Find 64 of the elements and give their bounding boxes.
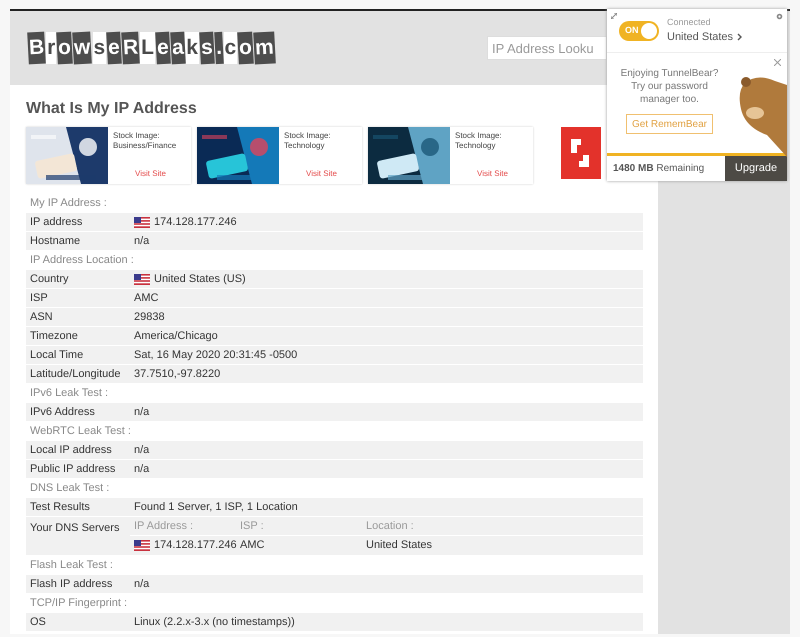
column-header: Location : bbox=[365, 518, 415, 534]
us-flag-icon bbox=[134, 274, 150, 284]
row-label: Country bbox=[29, 272, 70, 287]
us-flag-icon bbox=[134, 216, 150, 228]
section-title: My IP Address : bbox=[29, 196, 107, 212]
section-title: IP Address Location : bbox=[29, 253, 134, 268]
row-label: Timezone bbox=[29, 328, 79, 344]
row-label: Latitude/Longitude bbox=[29, 366, 122, 382]
row-value: 174.128.177.246 bbox=[154, 214, 237, 230]
visit-site-link[interactable]: Visit Site bbox=[113, 168, 183, 180]
row-label: Hostname bbox=[29, 234, 82, 249]
page-title: What Is My IP Address bbox=[26, 99, 198, 119]
ad-title: Stock Image: Technology bbox=[284, 131, 332, 151]
row-label: IPv6 Address bbox=[29, 404, 96, 420]
row-value: AMC bbox=[134, 290, 158, 306]
row-value: n/a bbox=[134, 442, 150, 458]
row-label: IP address bbox=[29, 214, 84, 230]
section-title: IPv6 Leak Test : bbox=[29, 386, 108, 402]
data-remaining: 1480 MB Remaining bbox=[613, 162, 704, 176]
row-value: 29838 bbox=[134, 310, 165, 325]
settings-icon[interactable] bbox=[776, 13, 783, 20]
location-selector[interactable]: United States bbox=[667, 29, 742, 46]
row-value: Found 1 Server, 1 ISP, 1 Location bbox=[134, 500, 298, 515]
row-label: Public IP address bbox=[29, 462, 116, 477]
row-value: United States (US) bbox=[154, 272, 246, 287]
promo-text: Enjoying TunnelBear? Try our password manager too. bbox=[620, 67, 720, 106]
ip-lookup-field[interactable]: IP Address Looku bbox=[487, 36, 607, 60]
server-location: United States bbox=[365, 538, 434, 554]
ad-title: Stock Image: Technology bbox=[455, 131, 503, 151]
expand-icon[interactable] bbox=[611, 13, 617, 19]
row-label: ASN bbox=[29, 310, 54, 325]
column-header: ISP : bbox=[239, 518, 265, 534]
row-value: n/a bbox=[134, 576, 150, 592]
ad-title: Stock Image: Business/Finance bbox=[113, 131, 178, 151]
section-title: DNS Leak Test : bbox=[29, 481, 110, 496]
row-label: ISP bbox=[29, 290, 49, 306]
row-value: n/a bbox=[134, 234, 150, 249]
upgrade-button[interactable]: Upgrade bbox=[725, 156, 787, 181]
close-icon[interactable] bbox=[774, 59, 781, 66]
get-remembear-button[interactable]: Get RememBear bbox=[626, 114, 714, 134]
visit-site-link[interactable]: Visit Site bbox=[455, 168, 525, 180]
section-title: WebRTC Leak Test : bbox=[29, 424, 131, 440]
chevron-right-icon bbox=[737, 33, 742, 42]
row-label: Flash IP address bbox=[29, 576, 114, 592]
row-value: Sat, 16 May 2020 20:31:45 -0500 bbox=[134, 348, 298, 363]
connection-status: Connected bbox=[667, 16, 712, 28]
site-logo[interactable]: BrowseRLeaks.com bbox=[28, 32, 275, 64]
row-value: Linux (2.2.x-3.x (no timestamps)) bbox=[134, 614, 295, 630]
section-title: Flash Leak Test : bbox=[29, 558, 113, 574]
section-title: TCP/IP Fingerprint : bbox=[29, 596, 127, 612]
row-label: Local IP address bbox=[29, 442, 113, 458]
visit-site-link[interactable]: Visit Site bbox=[284, 168, 354, 180]
row-label: Local Time bbox=[29, 348, 84, 363]
row-value: America/Chicago bbox=[134, 328, 218, 344]
row-value: 37.7510,-97.8220 bbox=[134, 366, 220, 382]
row-label: OS bbox=[29, 614, 47, 630]
server-ip: 174.128.177.246 bbox=[154, 538, 237, 554]
server-isp: AMC bbox=[239, 538, 266, 554]
row-value: n/a bbox=[134, 462, 150, 477]
row-value: n/a bbox=[134, 404, 150, 420]
us-flag-icon bbox=[134, 540, 150, 551]
row-label: Your DNS Servers bbox=[29, 521, 120, 536]
row-label: Test Results bbox=[29, 500, 91, 515]
column-header: IP Address : bbox=[133, 518, 194, 534]
